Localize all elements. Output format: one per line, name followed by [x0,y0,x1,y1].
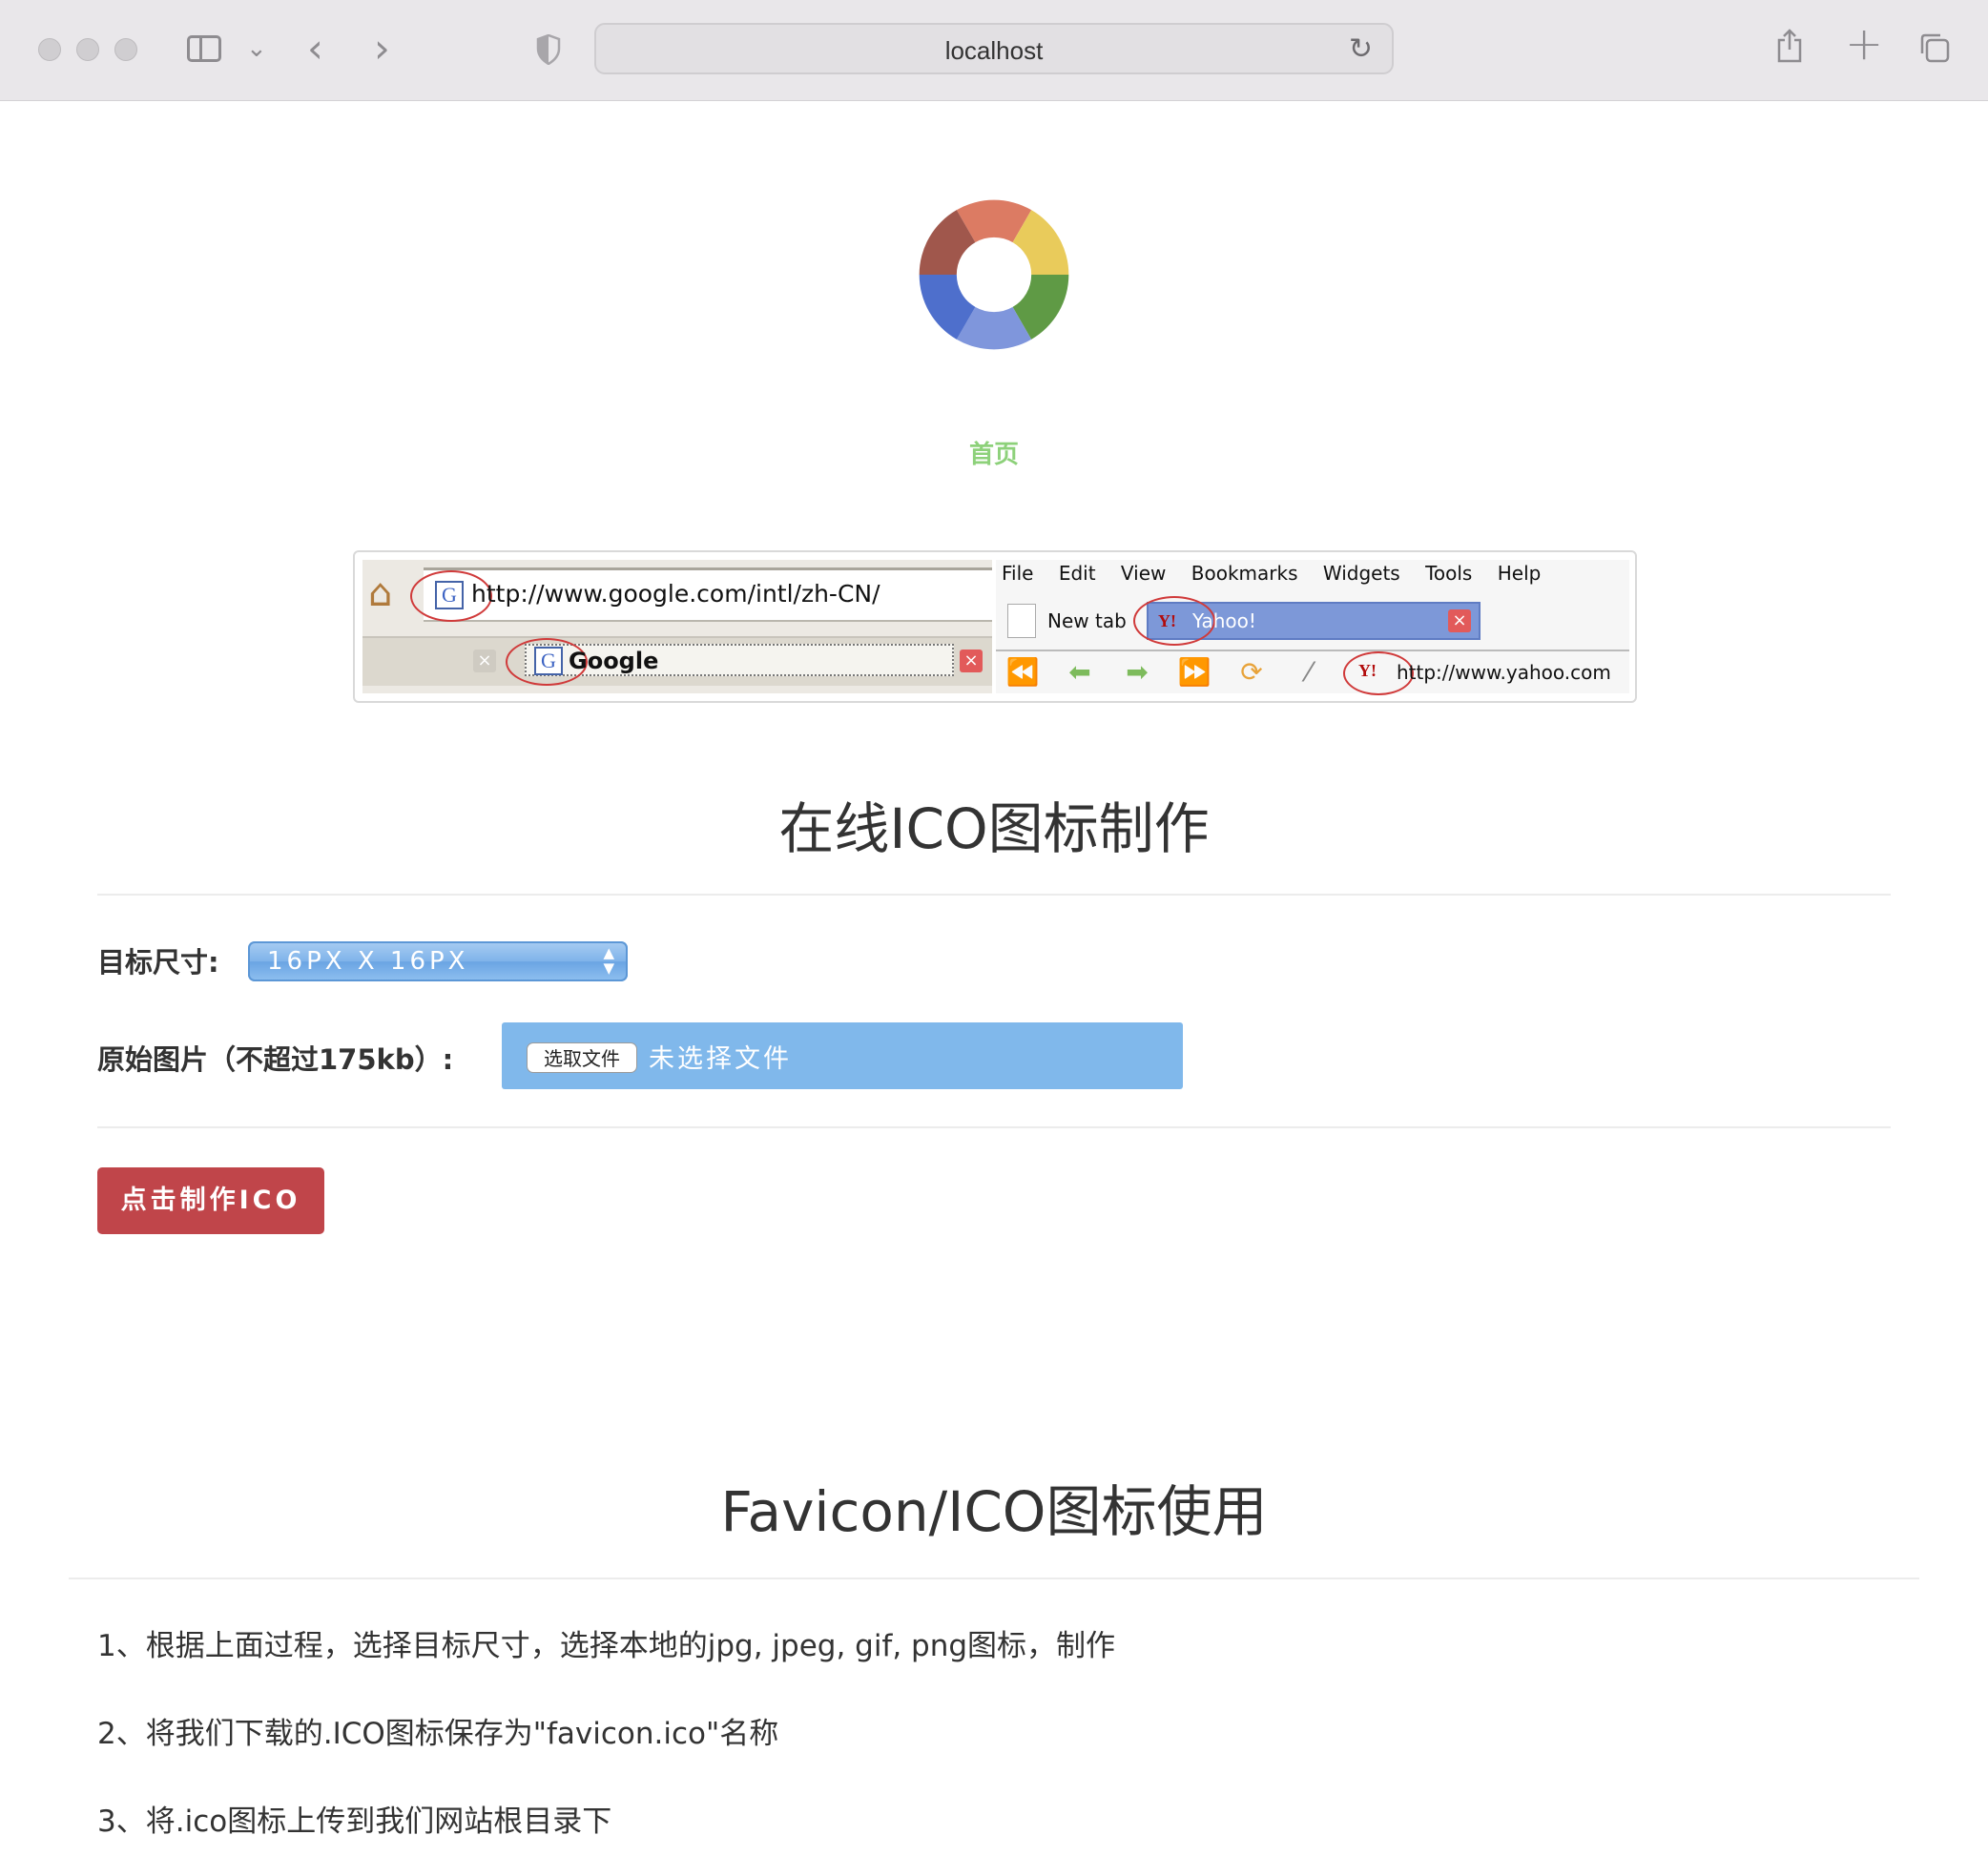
target-size-select[interactable]: 16PX X 16PX ▲ ▼ [248,941,628,981]
home-link[interactable]: 首页 [0,435,1988,470]
fast-forward-icon: ⏩ [1177,656,1211,688]
sidebar-icon[interactable] [187,35,221,62]
forward-icon[interactable]: › [374,25,390,72]
tabs-icon[interactable] [1919,32,1950,63]
menu-bar: File Edit View Bookmarks Widgets Tools H… [1002,562,1560,585]
target-size-value: 16PX X 16PX [267,947,469,976]
site-logo [919,199,1069,350]
disabled-close-icon: × [473,650,496,672]
yahoo-tab: Y! Yahoo! × [1133,596,1481,646]
forward-arrow-icon: ➡ [1126,656,1149,688]
wand-icon: ⁄ [1306,656,1312,688]
ie-tab-bar: × G Google × [362,636,992,686]
source-image-label: 原始图片（不超过175kb）: [97,1043,454,1076]
ie-url-bar: G http://www.google.com/intl/zh-CN/ [410,567,992,622]
close-tab-icon: × [960,650,983,672]
shield-icon[interactable] [536,34,561,65]
close-tab-icon: × [1448,609,1471,632]
google-tab: G Google [506,638,954,686]
opera-browser-example: File Edit View Bookmarks Widgets Tools H… [996,560,1629,695]
usage-step: 3、将.ico图标上传到我们网站根目录下 [97,1804,612,1839]
home-icon: ⌂ [368,571,393,615]
zoom-window-button[interactable] [114,38,137,61]
yahoo-tab-title: Yahoo! [1192,609,1256,632]
plus-icon[interactable]: + [1845,17,1883,71]
reload-icon: ⟳ [1240,656,1263,688]
back-icon[interactable]: ‹ [307,25,323,72]
usage-step: 1、根据上面过程，选择目标尺寸，选择本地的jpg, jpeg, gif, png… [97,1629,1116,1663]
usage-title: Favicon/ICO图标使用 [720,1479,1268,1544]
maker-title: 在线ICO图标制作 [778,796,1210,861]
share-icon[interactable] [1776,29,1803,63]
opera-toolbar: ⏪ ⬅ ➡ ⏩ ⟳ ⁄ Y! http://www.yahoo.com [996,650,1629,695]
ie-browser-example: ⌂ G http://www.google.com/intl/zh-CN/ × … [362,560,992,693]
menu-tools: Tools [1425,562,1473,585]
page-icon [1007,604,1036,638]
divider [97,1126,1891,1128]
file-status-text: 未选择文件 [649,1044,792,1074]
choose-file-button[interactable]: 选取文件 [527,1042,637,1073]
usage-step: 2、将我们下载的.ICO图标保存为"favicon.ico"名称 [97,1717,779,1751]
chevron-down-icon[interactable]: ⌄ [246,34,267,63]
google-tab-title: Google [569,648,659,674]
google-url-text: http://www.google.com/intl/zh-CN/ [471,580,880,608]
browser-toolbar: ⌄ ‹ › localhost ↻ + [0,0,1988,101]
favicon-example-banner: ⌂ G http://www.google.com/intl/zh-CN/ × … [353,550,1637,703]
target-size-label: 目标尺寸: [97,946,219,979]
close-window-button[interactable] [38,38,61,61]
menu-file: File [1002,562,1034,585]
yahoo-url-text: http://www.yahoo.com [1397,661,1611,684]
menu-help: Help [1497,562,1542,585]
menu-widgets: Widgets [1322,562,1400,585]
divider [97,894,1891,896]
back-arrow-icon: ⬅ [1068,656,1091,688]
menu-bookmarks: Bookmarks [1191,562,1298,585]
new-tab-label: New tab [1047,609,1127,632]
select-arrows-icon: ▲ ▼ [603,944,614,977]
rewind-icon: ⏪ [1005,656,1040,688]
divider [69,1578,1919,1579]
file-input[interactable]: 选取文件 未选择文件 [502,1022,1183,1089]
address-bar[interactable]: localhost ↻ [594,23,1394,74]
minimize-window-button[interactable] [76,38,99,61]
menu-edit: Edit [1058,562,1096,585]
make-ico-button[interactable]: 点击制作ICO [97,1167,324,1234]
menu-view: View [1120,562,1167,585]
address-text: localhost [944,36,1044,65]
reload-icon[interactable]: ↻ [1349,32,1373,66]
